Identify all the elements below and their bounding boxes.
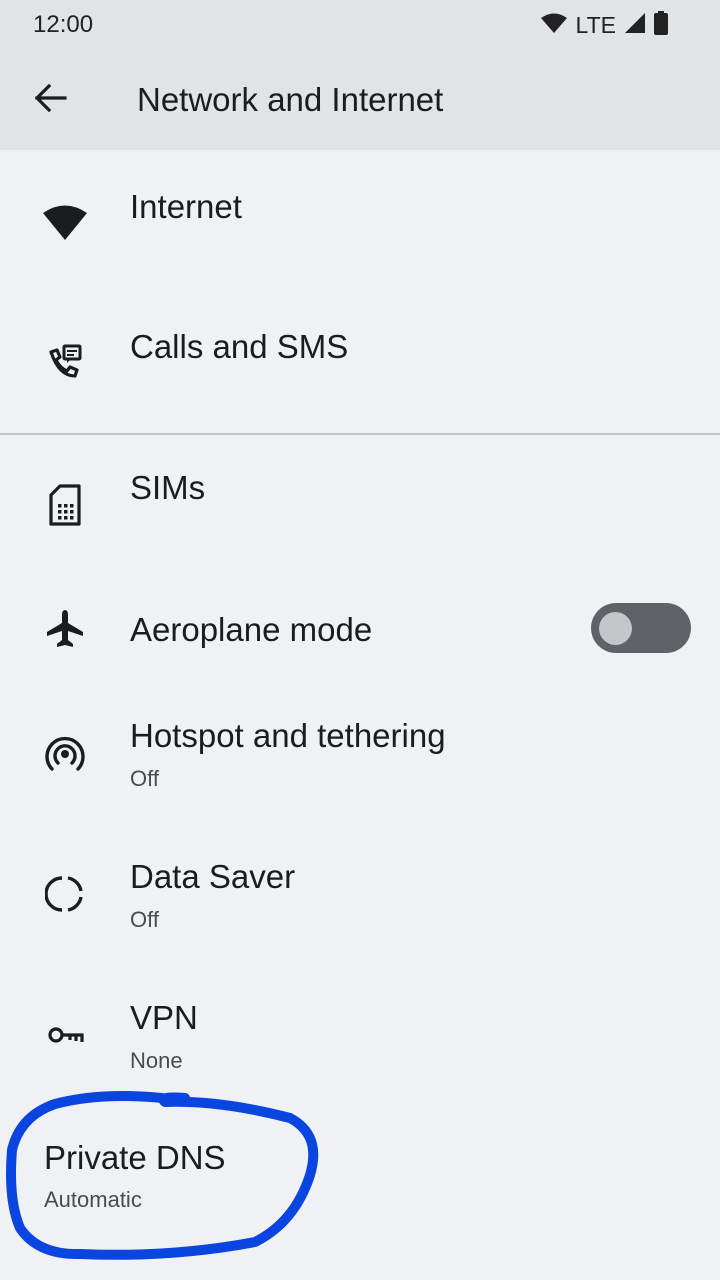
status-icons: LTE [540,10,668,40]
data-saver-summary: Off [130,907,159,932]
app-bar: Network and Internet [0,50,720,150]
aeroplane-mode-title: Aeroplane mode [130,611,373,648]
vpn-summary: None [130,1048,183,1073]
private-dns-item[interactable] [0,1112,720,1252]
calls-sms-title: Calls and SMS [130,328,349,365]
data-saver-title: Data Saver [130,858,296,895]
page-title: Network and Internet [137,81,444,118]
hotspot-icon [40,728,90,778]
private-dns-title: Private DNS [44,1139,226,1176]
sim-card-icon [40,480,90,530]
internet-item[interactable]: Internet [0,150,720,290]
hotspot-item[interactable]: Hotspot and tethering Off [0,690,720,830]
network-type-label: LTE [575,11,616,38]
data-saver-icon [40,869,90,919]
status-time: 12:00 [33,11,94,38]
wifi-icon [40,197,90,247]
vpn-key-icon [40,1010,90,1060]
calls-sms-icon [40,337,90,387]
battery-icon [654,10,668,40]
vpn-item[interactable]: VPN None [0,972,720,1112]
toggle-thumb [599,612,632,645]
internet-title: Internet [130,188,242,225]
back-button[interactable] [22,76,80,124]
wifi-status-icon [540,12,568,39]
data-saver-item[interactable]: Data Saver Off [0,831,720,971]
sims-item[interactable]: SIMs [0,435,720,575]
signal-icon [624,12,646,39]
back-arrow-icon [34,83,67,117]
vpn-title: VPN [130,999,198,1036]
aeroplane-mode-toggle[interactable] [591,603,691,653]
private-dns-summary: Automatic [44,1187,142,1212]
airplane-icon [40,603,90,653]
hotspot-title: Hotspot and tethering [130,717,446,754]
calls-sms-item[interactable]: Calls and SMS [0,290,720,430]
status-bar: 12:00 LTE [0,0,720,50]
sims-title: SIMs [130,469,206,506]
hotspot-summary: Off [130,766,159,791]
